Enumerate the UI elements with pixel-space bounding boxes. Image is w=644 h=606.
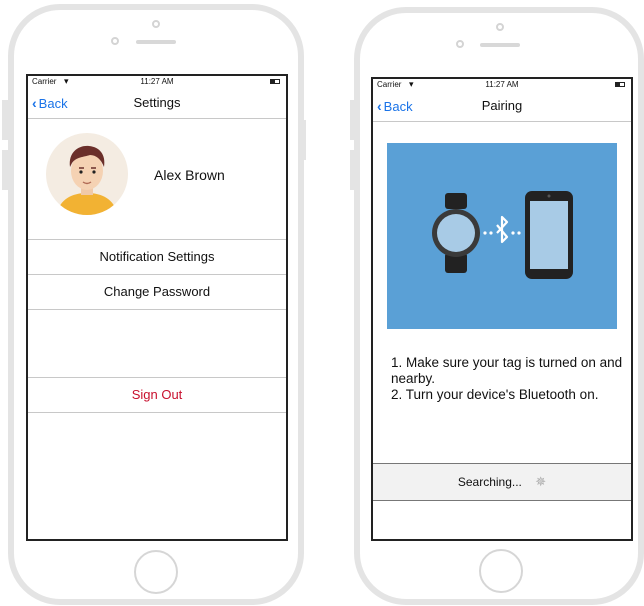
pairing-illustration <box>387 143 617 329</box>
searching-status-bar: Searching... ✵ <box>373 463 631 501</box>
spinner-icon: ✵ <box>535 474 547 489</box>
avatar-illustration-icon <box>46 133 128 215</box>
page-title: Settings <box>133 95 181 110</box>
status-bar: Carrier ▾ 11:27 AM <box>28 76 286 88</box>
battery-icon <box>615 82 625 87</box>
instruction-step-2: 2. Turn your device's Bluetooth on. <box>391 387 599 402</box>
side-button <box>2 150 8 190</box>
avatar[interactable] <box>46 133 128 215</box>
side-button <box>2 100 8 140</box>
status-time: 11:27 AM <box>140 77 174 86</box>
speaker-grille <box>480 43 520 47</box>
home-button[interactable] <box>134 550 178 594</box>
power-button <box>300 120 306 160</box>
page-title: Pairing <box>481 98 523 113</box>
side-button <box>350 100 356 140</box>
home-button[interactable] <box>479 549 523 593</box>
navigation-bar: ‹ Back Settings <box>28 88 286 119</box>
camera-dot <box>496 23 504 31</box>
sign-out-label: Sign Out <box>131 387 183 402</box>
menu-item-notification-settings[interactable]: Notification Settings <box>28 240 286 275</box>
watch-phone-bluetooth-icon <box>432 191 573 279</box>
status-time: 11:27 AM <box>485 80 519 89</box>
sensor-dot <box>111 37 119 45</box>
menu-item-label: Notification Settings <box>99 249 215 264</box>
instruction-step-1: 1. Make sure your tag is turned on and n… <box>391 355 623 386</box>
status-bar: Carrier ▾ 11:27 AM <box>373 79 631 91</box>
side-button <box>350 150 356 190</box>
profile-row: Alex Brown <box>28 119 286 240</box>
sensor-dot <box>456 40 464 48</box>
menu-item-label: Change Password <box>103 284 211 299</box>
searching-label: Searching... <box>457 475 522 489</box>
settings-screen: Carrier ▾ 11:27 AM ‹ Back Settings Alex … <box>26 74 288 541</box>
speaker-grille <box>136 40 176 44</box>
pairing-screen: Carrier ▾ 11:27 AM ‹ Back Pairing 1. Mak… <box>371 77 633 541</box>
menu-item-change-password[interactable]: Change Password <box>28 275 286 310</box>
battery-icon <box>270 79 280 84</box>
profile-name: Alex Brown <box>154 167 225 183</box>
sign-out-button[interactable]: Sign Out <box>28 377 286 413</box>
camera-dot <box>152 20 160 28</box>
pairing-instructions: 1. Make sure your tag is turned on and n… <box>391 355 627 403</box>
navigation-bar: ‹ Back Pairing <box>373 91 631 122</box>
